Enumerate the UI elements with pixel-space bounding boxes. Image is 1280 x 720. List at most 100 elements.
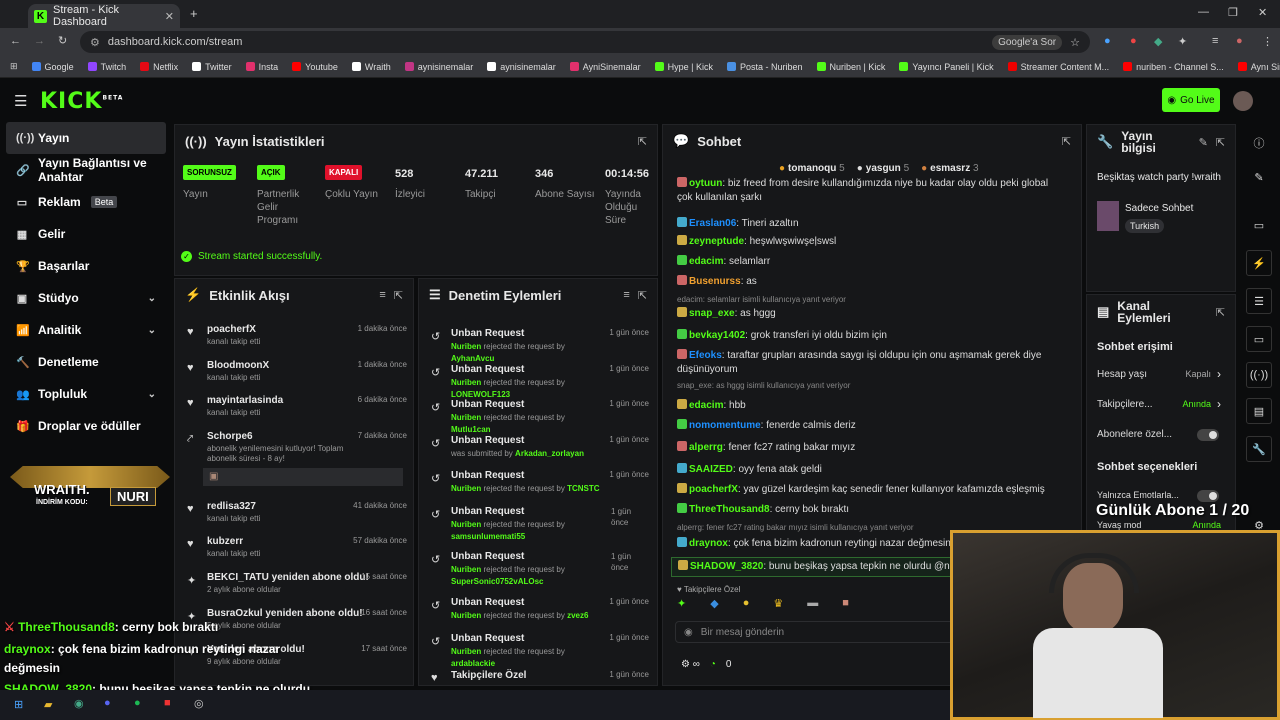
slow-mode-value[interactable]: Anında — [1192, 520, 1221, 530]
chat-message[interactable]: poacherfX: yav güzel kardeşim kaç senedi… — [677, 483, 1057, 497]
top-gifter[interactable]: ● esmasrz 3 — [921, 163, 978, 174]
expand-icon[interactable]: ⇱ — [1216, 306, 1225, 319]
chevron-down-icon[interactable]: ⌄ — [148, 293, 156, 304]
chat-message[interactable]: oytuun: biz freed from desire kullandığı… — [677, 177, 1057, 205]
app-icon[interactable]: ■ — [164, 697, 171, 709]
chat-message[interactable]: nomomentume: fenerde calmis deriz — [677, 419, 1057, 433]
emote-icon[interactable]: ● — [743, 597, 750, 615]
chat-bubble-icon[interactable]: ▭ — [1246, 326, 1272, 352]
bookmark-item[interactable]: Twitch — [87, 62, 126, 72]
bookmark-item[interactable]: aynisinemalar — [487, 62, 556, 72]
sidebar-item-hammer[interactable]: 🔨 Denetleme — [0, 346, 172, 378]
hamburger-menu-icon[interactable]: ☰ — [14, 92, 27, 110]
chat-message[interactable]: zeyneptude: heşwlwşwiwşeļswsl — [677, 235, 1057, 249]
minimize-icon[interactable]: — — [1198, 6, 1209, 18]
avatar[interactable] — [1233, 91, 1253, 111]
top-gifter[interactable]: ● tomanoqu 5 — [779, 163, 845, 174]
extensions-icon[interactable]: ✦ — [1178, 35, 1187, 48]
filter-icon[interactable]: ≡ — [379, 289, 385, 301]
chevron-down-icon[interactable]: ⌄ — [148, 389, 156, 400]
site-info-icon[interactable]: ⚙ — [90, 36, 100, 49]
chat-access-value[interactable]: Kapalı — [1185, 369, 1211, 379]
info-icon[interactable]: ⓘ — [1246, 130, 1272, 156]
sidebar-item-money[interactable]: ▦ Gelir — [0, 218, 172, 250]
chat-message[interactable]: Busenurss: as — [677, 275, 1057, 289]
go-live-button[interactable]: ◉ Go Live — [1162, 88, 1220, 112]
browser-tab[interactable]: K Stream - Kick Dashboard ✕ — [28, 4, 180, 28]
bookmark-item[interactable]: aynisinemalar — [404, 62, 473, 72]
bookmark-item[interactable]: Google — [31, 62, 74, 72]
chat-message[interactable]: edacim: hbb — [677, 399, 1057, 413]
sidebar-item-community[interactable]: 👥 Topluluk ⌄ — [0, 378, 172, 410]
discord-icon[interactable]: ● — [104, 697, 111, 709]
sidebar-item-gift[interactable]: 🎁 Droplar ve ödüller — [0, 410, 172, 442]
chat-message[interactable]: snap_exe: as hggg — [677, 307, 1057, 321]
expand-icon[interactable]: ⇱ — [638, 135, 647, 148]
google-lens-button[interactable]: Google'a Sor — [992, 34, 1063, 50]
filter-icon[interactable]: ≡ — [623, 289, 629, 301]
forward-icon[interactable]: → — [34, 35, 45, 47]
bookmark-item[interactable]: Yayıncı Paneli | Kick — [899, 62, 994, 72]
emote-only-toggle[interactable] — [1197, 490, 1219, 502]
sidebar-item-link[interactable]: 🔗 Yayın Bağlantısı ve Anahtar — [0, 154, 172, 186]
bookmark-item[interactable]: AyniSinemalar — [569, 62, 641, 72]
profile-icon[interactable]: ● — [1236, 35, 1243, 47]
apps-icon[interactable]: ⊞ — [10, 61, 18, 72]
wrench-icon[interactable]: 🔧 — [1246, 436, 1272, 462]
chat-access-value[interactable]: Anında — [1182, 399, 1211, 409]
emote-icon[interactable]: ✦ — [677, 597, 686, 615]
sidebar-item-studio[interactable]: ▣ Stüdyo ⌄ — [0, 282, 172, 314]
chevron-right-icon[interactable]: › — [1217, 397, 1221, 411]
bookmark-item[interactable]: Hype | Kick — [654, 62, 713, 72]
media-icon[interactable]: ≡ — [1212, 35, 1218, 47]
emote-icon[interactable]: ◆ — [710, 597, 718, 615]
bookmark-item[interactable]: Twitter — [192, 62, 232, 72]
lightning-icon[interactable]: ⚡ — [1246, 250, 1272, 276]
chat-message[interactable]: alperrg: fener fc27 rating bakar mıyız — [677, 441, 1057, 455]
bookmark-item[interactable]: Posta - Nuriben — [727, 62, 803, 72]
chat-message[interactable]: Eraslan06: Tineri azaltın — [677, 217, 1057, 231]
chrome-icon[interactable]: ◉ — [74, 697, 84, 710]
edit-icon[interactable]: ✎ — [1199, 136, 1208, 149]
top-gifter[interactable]: ● yasgun 5 — [857, 163, 909, 174]
close-tab-icon[interactable]: ✕ — [165, 10, 174, 23]
bookmark-item[interactable]: Insta — [245, 62, 278, 72]
bookmark-item[interactable]: Wraith — [351, 62, 391, 72]
emote-icon[interactable]: ▬ — [807, 597, 818, 615]
list-icon[interactable]: ☰ — [1246, 288, 1272, 314]
folder-icon[interactable]: ▰ — [44, 698, 52, 711]
chat-message[interactable]: SAAIZED: oyy fena atak geldi — [677, 463, 1057, 477]
bookmark-item[interactable]: nuriben - Channel S... — [1123, 62, 1224, 72]
chat-input[interactable]: ◉ Bir mesaj gönderin — [675, 621, 975, 643]
bookmark-item[interactable]: Nuriben | Kick — [816, 62, 885, 72]
bookmark-item[interactable]: Youtube — [292, 62, 338, 72]
bookmark-item[interactable]: Aynı Sinemalar - Ça... — [1237, 62, 1280, 72]
edit-icon[interactable]: ✎ — [1246, 164, 1272, 190]
bookmark-star-icon[interactable]: ☆ — [1070, 36, 1080, 49]
url-field[interactable]: ⚙ dashboard.kick.com/stream Google'a Sor… — [80, 31, 1090, 53]
chat-message[interactable]: Efeoks: taraftar grupları arasında saygı… — [677, 349, 1057, 377]
extension-icon[interactable]: ● — [1130, 35, 1137, 47]
windows-start-icon[interactable]: ⊞ — [14, 698, 23, 711]
bookmark-item[interactable]: Streamer Content M... — [1007, 62, 1109, 72]
emote-icon[interactable]: ♛ — [773, 597, 783, 615]
expand-icon[interactable]: ⇱ — [638, 289, 647, 302]
sidebar-item-chart[interactable]: 📶 Analitik ⌄ — [0, 314, 172, 346]
kick-logo[interactable]: KICKBETA — [40, 89, 123, 114]
reload-icon[interactable]: ↻ — [58, 34, 67, 47]
bookmark-item[interactable]: Netflix — [140, 62, 178, 72]
expand-icon[interactable]: ⇱ — [1216, 136, 1225, 149]
spotify-icon[interactable]: ● — [134, 697, 141, 709]
chevron-down-icon[interactable]: ⌄ — [148, 325, 156, 336]
maximize-icon[interactable]: ❐ — [1228, 6, 1238, 19]
emote-icon[interactable]: ■ — [842, 597, 849, 615]
menu-icon[interactable]: ⋮ — [1262, 35, 1273, 48]
close-window-icon[interactable]: ✕ — [1258, 6, 1267, 19]
server-icon[interactable]: ▤ — [1246, 398, 1272, 424]
extension-icon[interactable]: ◆ — [1154, 35, 1162, 48]
chat-message[interactable]: edacim: selamlarr — [677, 255, 1057, 269]
expand-icon[interactable]: ⇱ — [394, 289, 403, 302]
sidebar-item-trophy[interactable]: 🏆 Başarılar — [0, 250, 172, 282]
chevron-right-icon[interactable]: › — [1217, 367, 1221, 381]
chat-message[interactable]: ThreeThousand8: cerny bok bıraktı — [677, 503, 1057, 517]
